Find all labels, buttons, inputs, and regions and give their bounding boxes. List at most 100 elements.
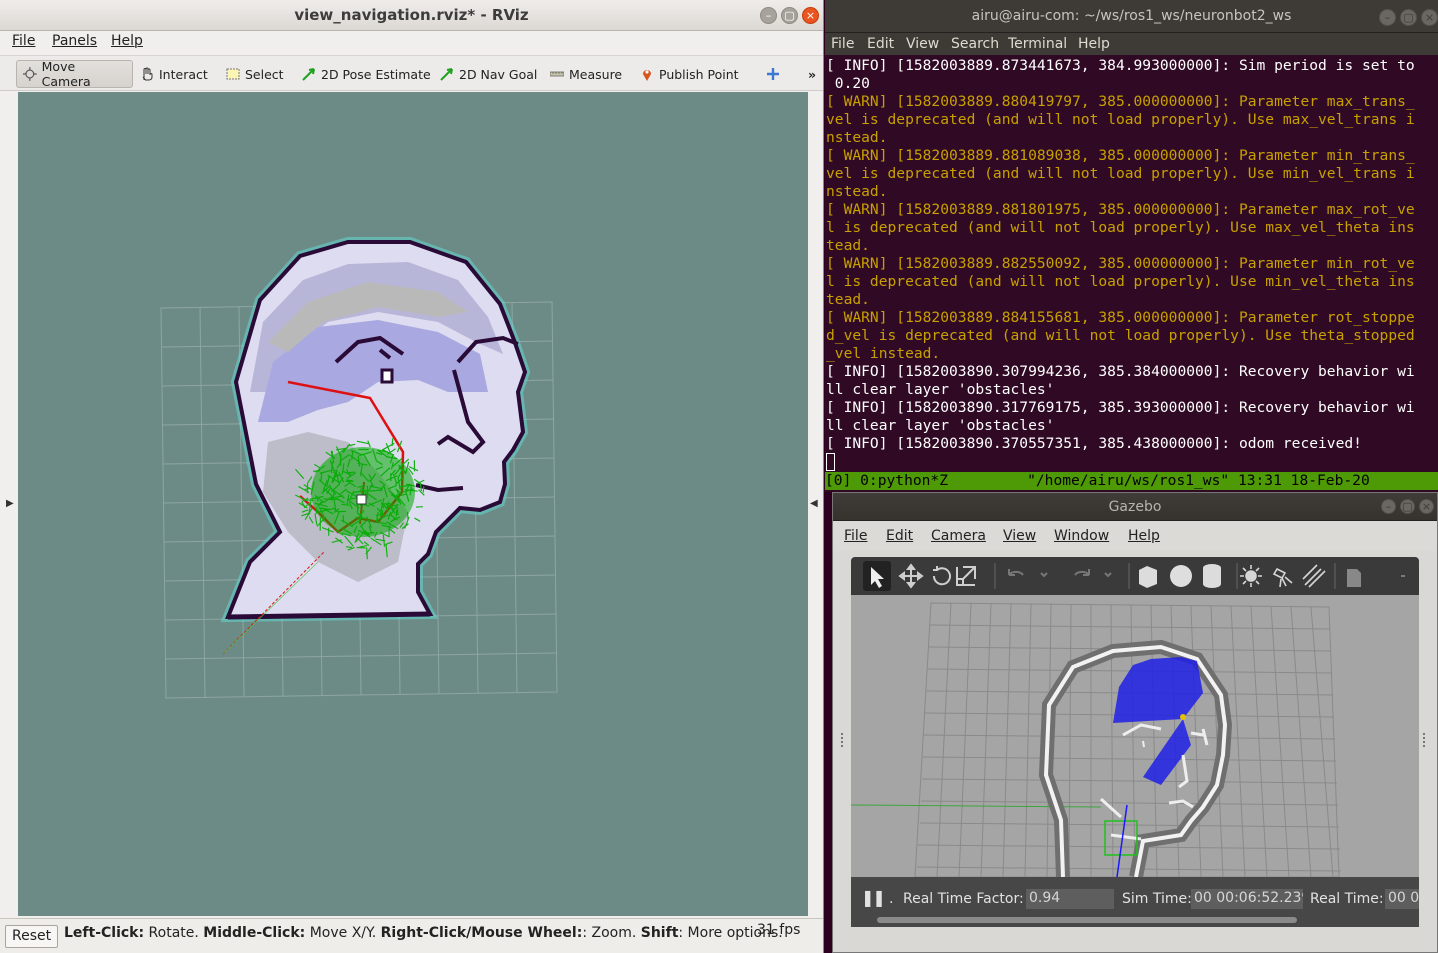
fps-counter: 31 fps bbox=[757, 922, 801, 938]
terminal-line: [ INFO] [1582003890.307994236, 385.38400… bbox=[826, 363, 1415, 380]
step-icon[interactable]: . bbox=[889, 891, 893, 907]
menu-view[interactable]: View bbox=[1003, 528, 1036, 544]
left-panel-toggle-icon[interactable]: ▶ bbox=[6, 498, 14, 509]
pin-icon bbox=[643, 70, 651, 81]
menu-file[interactable]: File bbox=[12, 33, 35, 49]
close-icon[interactable]: × bbox=[1419, 499, 1434, 514]
sphere-icon bbox=[1170, 565, 1192, 587]
help-desc: : Zoom. bbox=[582, 925, 641, 941]
terminal-titlebar[interactable]: airu@airu-com: ~/ws/ros1_ws/neuronbot2_w… bbox=[825, 0, 1438, 33]
close-icon[interactable]: × bbox=[1421, 9, 1438, 26]
tool-label: Interact bbox=[159, 66, 208, 82]
gazebo-toolbar bbox=[851, 557, 1419, 595]
terminal-line: tead. bbox=[826, 291, 870, 308]
spot-light-icon bbox=[1272, 567, 1293, 588]
maximize-icon[interactable]: ▢ bbox=[1400, 9, 1417, 26]
translate-icon bbox=[898, 563, 924, 589]
gazebo-window-controls: – ▢ × bbox=[1381, 499, 1434, 514]
toolbar-overflow-button[interactable]: » bbox=[802, 60, 822, 88]
rviz-3d-viewport[interactable] bbox=[18, 92, 808, 916]
tool-label: Select bbox=[245, 66, 284, 82]
terminal-line: ll clear layer 'obstacles' bbox=[826, 381, 1055, 398]
terminal-window-controls: – ▢ × bbox=[1379, 9, 1438, 26]
ruler-icon bbox=[550, 71, 564, 77]
tool-move-camera[interactable]: Move Camera bbox=[16, 59, 133, 89]
pause-button[interactable]: ❚❚ bbox=[861, 888, 886, 907]
terminal-line: vel is deprecated (and will not load pro… bbox=[826, 165, 1415, 182]
rviz-statusbar: Reset Left-Click: Rotate. Middle-Click: … bbox=[0, 918, 823, 953]
occupancy-map bbox=[220, 237, 531, 623]
reset-button[interactable]: Reset bbox=[5, 925, 59, 948]
right-panel-toggle-icon[interactable]: ◀ bbox=[810, 498, 818, 509]
menu-file[interactable]: File bbox=[844, 528, 867, 544]
menu-help[interactable]: Help bbox=[1078, 36, 1110, 52]
menu-edit[interactable]: Edit bbox=[867, 36, 894, 52]
gazebo-window-title: Gazebo bbox=[1108, 499, 1162, 515]
menu-terminal[interactable]: Terminal bbox=[1008, 36, 1067, 52]
terminal-output[interactable]: [ INFO] [1582003889.873441673, 384.99300… bbox=[826, 57, 1436, 453]
rviz-map-scene bbox=[160, 237, 558, 699]
particle-arrow bbox=[422, 486, 425, 493]
minimize-icon[interactable]: – bbox=[1379, 9, 1396, 26]
add-tool-button[interactable] bbox=[760, 60, 786, 88]
particle-arrow bbox=[345, 546, 353, 548]
terminal-line: [ WARN] [1582003889.881801975, 385.00000… bbox=[826, 201, 1415, 218]
menu-window[interactable]: Window bbox=[1054, 528, 1109, 544]
terminal-menubar: File Edit View Search Terminal Help bbox=[825, 33, 1438, 55]
menu-camera[interactable]: Camera bbox=[931, 528, 986, 544]
tool-measure[interactable]: Measure bbox=[544, 60, 628, 88]
terminal-line: 0.20 bbox=[826, 75, 870, 92]
menu-view[interactable]: View bbox=[906, 36, 939, 52]
real-time-label: Real Time: bbox=[1310, 891, 1384, 907]
gazebo-3d-viewport[interactable] bbox=[851, 595, 1419, 877]
menu-help[interactable]: Help bbox=[111, 33, 143, 49]
terminal-line: vel is deprecated (and will not load pro… bbox=[826, 111, 1415, 128]
minimize-icon[interactable]: – bbox=[1381, 499, 1396, 514]
tool-2d-pose-estimate[interactable]: 2D Pose Estimate bbox=[296, 60, 437, 88]
cylinder-icon bbox=[1203, 564, 1221, 588]
help-key: Left-Click: bbox=[64, 925, 145, 941]
tool-label: 2D Pose Estimate bbox=[321, 66, 431, 82]
menu-panels[interactable]: Panels bbox=[52, 33, 97, 49]
tool-interact[interactable]: Interact bbox=[134, 60, 214, 88]
horizontal-scrollbar[interactable] bbox=[877, 917, 1297, 923]
menu-edit[interactable]: Edit bbox=[886, 528, 913, 544]
terminal-line: [ INFO] [1582003889.873441673, 384.99300… bbox=[826, 57, 1415, 74]
terminal-line: l is deprecated (and will not load prope… bbox=[826, 219, 1415, 236]
menu-help[interactable]: Help bbox=[1128, 528, 1160, 544]
gazebo-window: Gazebo – ▢ × File Edit Camera View Windo… bbox=[832, 492, 1438, 953]
tool-publish-point[interactable]: Publish Point bbox=[634, 60, 745, 88]
left-splitter-handle[interactable] bbox=[841, 733, 845, 747]
right-splitter-handle[interactable] bbox=[1423, 733, 1427, 747]
undo-icon bbox=[1008, 569, 1024, 576]
tool-2d-nav-goal[interactable]: 2D Nav Goal bbox=[434, 60, 543, 88]
tool-label: Publish Point bbox=[659, 66, 739, 82]
terminal-line: [ INFO] [1582003890.317769175, 385.39300… bbox=[826, 399, 1415, 416]
sim-time-value: 00 00:06:52.239 bbox=[1191, 889, 1303, 909]
tool-label: Measure bbox=[569, 66, 623, 82]
terminal-cursor bbox=[826, 453, 835, 471]
rviz-toolbar: Move Camera Interact Select 2D Pose Esti… bbox=[0, 55, 823, 91]
sim-time-label: Sim Time: bbox=[1122, 891, 1192, 907]
maximize-icon[interactable]: ▢ bbox=[1400, 499, 1415, 514]
tool-select[interactable]: Select bbox=[220, 60, 290, 88]
terminal-line: [ WARN] [1582003889.884155681, 385.00000… bbox=[826, 309, 1415, 326]
gazebo-titlebar[interactable]: Gazebo – ▢ × bbox=[833, 493, 1437, 521]
box-icon bbox=[1139, 566, 1157, 588]
help-key: Shift bbox=[640, 925, 679, 941]
rviz-window: – ▢ × view_navigation.rviz* - RViz File … bbox=[0, 0, 824, 953]
tmux-status-bar: [0] 0:python*Z "/home/airu/ws/ros1_ws" 1… bbox=[825, 472, 1438, 490]
sun-light-icon bbox=[1245, 570, 1257, 582]
rtf-label: Real Time Factor: bbox=[903, 891, 1024, 907]
tool-label: 2D Nav Goal bbox=[459, 66, 538, 82]
rviz-menubar: File Panels Help bbox=[0, 31, 823, 53]
select-icon bbox=[226, 68, 240, 80]
rviz-titlebar[interactable]: – ▢ × view_navigation.rviz* - RViz bbox=[0, 0, 823, 31]
terminal-line: [ INFO] [1582003890.370557351, 385.43800… bbox=[826, 435, 1362, 452]
menu-file[interactable]: File bbox=[831, 36, 854, 52]
rviz-window-title: view_navigation.rviz* - RViz bbox=[294, 6, 529, 24]
gazebo-time-panel: ❚❚ . Real Time Factor: 0.94 Sim Time: 00… bbox=[851, 877, 1419, 927]
terminal-line: [ WARN] [1582003889.882550092, 385.00000… bbox=[826, 255, 1415, 272]
menu-search[interactable]: Search bbox=[951, 36, 999, 52]
real-time-value: 00 0 bbox=[1385, 889, 1419, 909]
